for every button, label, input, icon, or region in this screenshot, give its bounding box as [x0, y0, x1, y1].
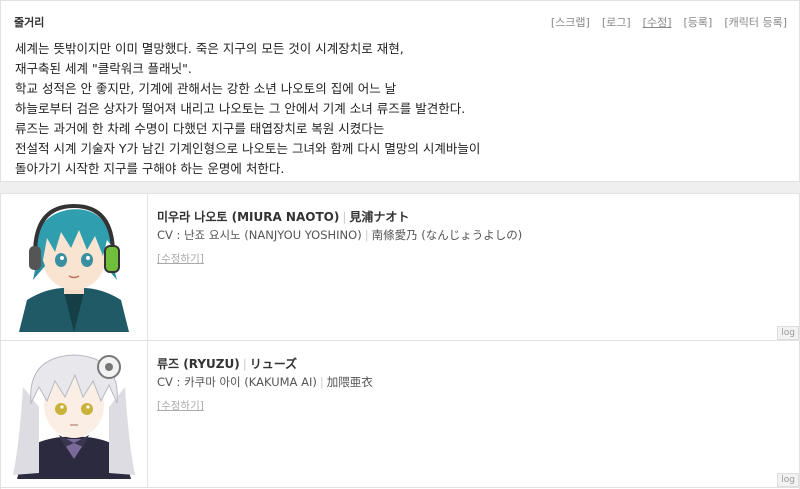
character-name-jp: 見浦ナオト [349, 210, 410, 224]
synopsis-line: 학교 성적은 안 좋지만, 기계에 관해서는 강한 소년 나오토의 집에 어느 … [15, 81, 397, 96]
synopsis-line: 전설적 시계 기술자 Y가 남긴 기계인형으로 나오토는 그녀와 함께 다시 멸… [15, 141, 481, 156]
character-cv: CV : 난죠 요시노 (NANJYOU YOSHINO) | 南條愛乃 (なんじょ… [157, 227, 522, 243]
character-name: 류즈 (RYUZU) | リューズ [157, 355, 297, 372]
character-edit-link[interactable]: [수정하기] [157, 251, 204, 266]
character-name-ko: 류즈 (RYUZU) [157, 357, 240, 371]
log-link[interactable]: [로그] [602, 14, 631, 30]
ryuzu-portrait-icon [13, 354, 135, 479]
synopsis-line: 류즈는 과거에 한 차례 수명이 다했던 지구를 태엽장치로 복원 시켰다는 [15, 121, 385, 136]
character-list: 미우라 나오토 (MIURA NAOTO) | 見浦ナオト CV : 난죠 요시노 … [0, 193, 800, 489]
separator: | [242, 357, 247, 371]
character-name-ko: 미우라 나오토 (MIURA NAOTO) [157, 210, 340, 224]
cv-ko: CV : 카쿠마 아이 (KAKUMA AI) [157, 375, 317, 389]
synopsis-line: 하늘로부터 검은 상자가 떨어져 내리고 나오토는 그 안에서 기계 소녀 류즈… [15, 101, 466, 116]
separator: | [319, 375, 324, 389]
scrap-link[interactable]: [스크랩] [551, 14, 590, 30]
synopsis-line: 돌아가기 시작한 지구를 구해야 하는 운명에 처한다. [15, 161, 285, 176]
synopsis-text: 세계는 뜻밖이지만 이미 멸망했다. 죽은 지구의 모든 것이 시계장치로 재현… [15, 39, 785, 179]
character-portrait-ryuzu[interactable] [1, 341, 148, 487]
character-cv: CV : 카쿠마 아이 (KAKUMA AI) | 加隈亜衣 [157, 374, 373, 390]
synopsis-title: 줄거리 [14, 16, 45, 29]
synopsis-actions: [스크랩] [로그] [수정] [등록] [캐릭터 등록] [551, 14, 787, 30]
separator: | [342, 210, 347, 224]
character-row-ryuzu: 류즈 (RYUZU) | リューズ CV : 카쿠마 아이 (KAKUMA AI) |… [1, 341, 799, 488]
synopsis-line: 세계는 뜻밖이지만 이미 멸망했다. 죽은 지구의 모든 것이 시계장치로 재현… [15, 41, 404, 56]
log-button[interactable]: log [777, 473, 799, 487]
edit-link[interactable]: [수정] [643, 14, 672, 30]
naoto-portrait-icon [19, 203, 129, 332]
synopsis-panel: 줄거리 [스크랩] [로그] [수정] [등록] [캐릭터 등록] 세계는 뜻밖… [0, 0, 800, 182]
register-link[interactable]: [등록] [683, 14, 712, 30]
character-name-jp: リューズ [249, 357, 298, 371]
cv-ko: CV : 난죠 요시노 (NANJYOU YOSHINO) [157, 228, 362, 242]
character-portrait-naoto[interactable] [1, 194, 148, 340]
character-edit-link[interactable]: [수정하기] [157, 398, 204, 413]
separator: | [364, 228, 369, 242]
character-row-naoto: 미우라 나오토 (MIURA NAOTO) | 見浦ナオト CV : 난죠 요시노 … [1, 194, 799, 341]
cv-jp: 加隈亜衣 [326, 375, 373, 389]
log-button[interactable]: log [777, 326, 799, 340]
character-name: 미우라 나오토 (MIURA NAOTO) | 見浦ナオト [157, 208, 409, 225]
cv-jp: 南條愛乃 (なんじょうよしの) [371, 228, 523, 242]
register-character-link[interactable]: [캐릭터 등록] [724, 14, 787, 30]
synopsis-line: 재구축된 세계 "클락워크 플래닛". [15, 61, 192, 76]
